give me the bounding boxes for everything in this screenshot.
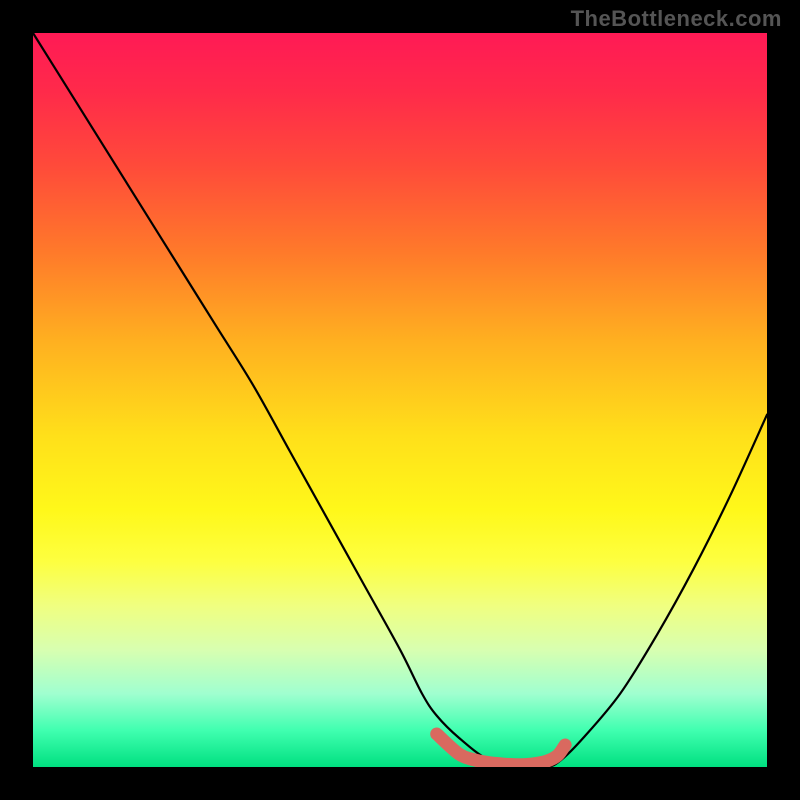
watermark-text: TheBottleneck.com [571,6,782,32]
plot-area [33,33,767,767]
chart-svg [33,33,767,767]
bottleneck-curve [33,33,767,767]
optimal-zone-marker [437,734,565,765]
